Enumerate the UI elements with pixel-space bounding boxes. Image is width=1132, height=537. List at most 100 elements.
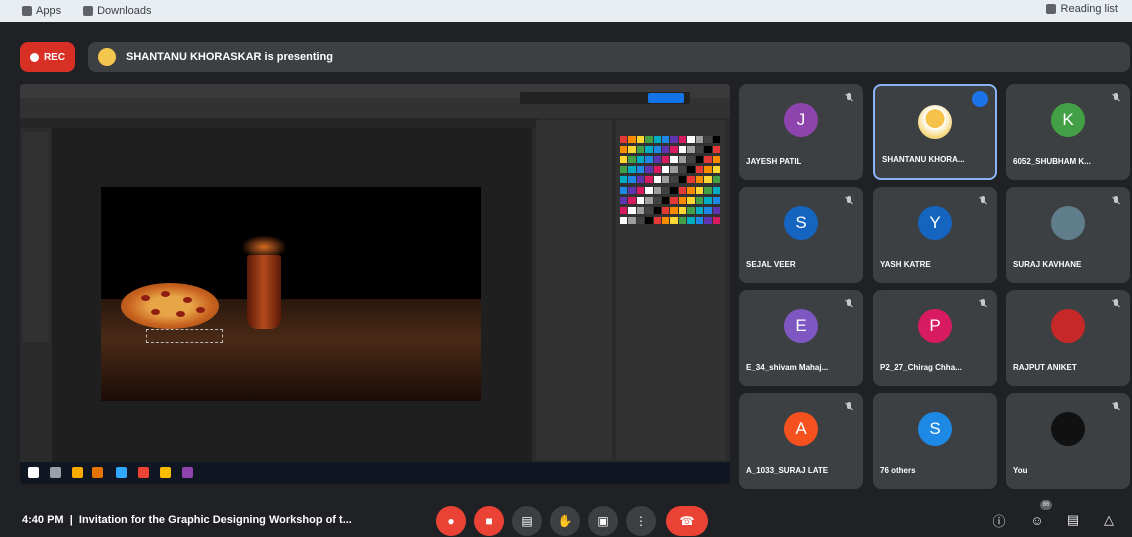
presenting-text: SHANTANU KHORASKAR is presenting — [126, 51, 333, 63]
photoshop-toolbar — [23, 132, 49, 342]
color-swatch — [704, 166, 712, 174]
captions-button[interactable]: ▤ — [512, 506, 542, 536]
chat-button[interactable]: ▤ — [1064, 511, 1082, 529]
color-swatch — [704, 196, 712, 204]
color-swatch — [662, 196, 670, 204]
participant-avatar: S — [918, 412, 952, 446]
present-button[interactable]: ▣ — [588, 506, 618, 536]
participant-tile[interactable]: You — [1006, 393, 1130, 489]
participant-avatar: P — [918, 309, 952, 343]
apps-bookmark[interactable]: Apps — [22, 5, 61, 17]
taskbar-folder-icon — [72, 467, 83, 478]
mic-muted-icon — [844, 402, 854, 412]
leave-call-button[interactable]: ☎ — [666, 506, 708, 536]
mic-muted-icon — [978, 196, 988, 206]
present-icon: ▣ — [597, 514, 609, 528]
participant-tile[interactable]: P P2_27_Chirag Chha... — [873, 290, 997, 386]
chat-icon: ▤ — [1066, 512, 1080, 527]
taskbar-app-icon — [92, 467, 103, 478]
participant-avatar: J — [784, 103, 818, 137]
mic-muted-icon — [1111, 93, 1121, 103]
recording-badge: REC — [20, 42, 75, 72]
mic-toggle-button[interactable]: ● — [436, 506, 466, 536]
color-swatch — [670, 216, 678, 224]
color-swatch — [628, 166, 636, 174]
color-swatch — [662, 156, 670, 164]
participant-tile[interactable]: SURAJ KAVHANE — [1006, 187, 1130, 283]
color-swatch — [704, 186, 712, 194]
color-swatch — [636, 216, 645, 224]
participant-avatar: E — [784, 309, 818, 343]
people-button[interactable]: ☺ — [1028, 511, 1046, 529]
color-swatch — [678, 196, 687, 204]
participant-tile[interactable]: RAJPUT ANIKET — [1006, 290, 1130, 386]
participant-name: SURAJ KAVHANE — [1013, 260, 1082, 269]
color-swatch — [662, 216, 670, 224]
color-swatch — [628, 136, 636, 143]
participant-name: YASH KATRE — [880, 260, 931, 269]
color-swatch — [645, 186, 653, 194]
color-swatch — [662, 186, 670, 194]
color-swatch — [712, 146, 720, 154]
raise-hand-button[interactable]: ✋ — [550, 506, 580, 536]
meeting-details-button[interactable]: ⓘ — [990, 511, 1008, 529]
color-swatch — [628, 216, 636, 224]
shared-screen — [20, 84, 730, 484]
participant-tile[interactable]: S 76 others — [873, 393, 997, 489]
color-swatch — [662, 176, 670, 184]
color-swatch — [695, 176, 704, 184]
color-swatch — [712, 216, 720, 224]
participant-name: P2_27_Chirag Chha... — [880, 363, 962, 372]
bookmarks-bar: Apps Downloads Reading list — [0, 0, 1132, 22]
participant-name: E_34_shivam Mahaj... — [746, 363, 829, 372]
mic-muted-icon — [844, 299, 854, 309]
color-swatch — [712, 136, 720, 143]
color-swatch — [645, 216, 653, 224]
participant-tile[interactable]: Y YASH KATRE — [873, 187, 997, 283]
design-canvas — [101, 187, 481, 401]
participant-avatar: K — [1051, 103, 1085, 137]
participant-name: 76 others — [880, 466, 916, 475]
color-swatch — [704, 176, 712, 184]
participant-tile[interactable]: J JAYESH PATIL — [739, 84, 863, 180]
color-swatch — [704, 136, 712, 143]
taskbar-app2-icon — [138, 467, 149, 478]
participant-tile[interactable]: S SEJAL VEER — [739, 187, 863, 283]
color-swatch — [712, 156, 720, 164]
color-swatch — [645, 156, 653, 164]
color-swatch — [678, 146, 687, 154]
color-swatch — [653, 196, 662, 204]
participant-tile[interactable]: A A_1033_SURAJ LATE — [739, 393, 863, 489]
more-options-button[interactable]: ⋮ — [626, 506, 656, 536]
activities-button[interactable]: △ — [1100, 511, 1118, 529]
color-swatch — [653, 136, 662, 143]
color-swatch — [687, 176, 695, 184]
color-swatch — [628, 176, 636, 184]
color-swatch — [704, 146, 712, 154]
camera-toggle-button[interactable]: ■ — [474, 506, 504, 536]
participant-avatar — [1051, 412, 1085, 446]
color-swatch — [670, 156, 678, 164]
color-swatch — [636, 156, 645, 164]
people-count-badge: 86 — [1040, 500, 1052, 510]
participant-tile[interactable]: E E_34_shivam Mahaj... — [739, 290, 863, 386]
participant-name: RAJPUT ANIKET — [1013, 363, 1077, 372]
participant-tile[interactable]: SHANTANU KHORA... — [873, 84, 997, 180]
color-swatch — [678, 166, 687, 174]
color-swatch — [712, 206, 720, 214]
color-swatch — [620, 166, 628, 174]
mic-muted-icon — [844, 93, 854, 103]
color-swatch — [620, 186, 628, 194]
participant-avatar — [1051, 309, 1085, 343]
color-swatch — [653, 216, 662, 224]
color-swatch — [687, 156, 695, 164]
reading-list-button[interactable]: Reading list — [1045, 3, 1118, 15]
participant-tile[interactable]: K 6052_SHUBHAM K... — [1006, 84, 1130, 180]
captions-icon: ▤ — [521, 514, 533, 528]
participant-name: A_1033_SURAJ LATE — [746, 466, 829, 475]
color-swatch — [670, 206, 678, 214]
downloads-bookmark[interactable]: Downloads — [83, 5, 152, 17]
color-swatch — [678, 136, 687, 143]
more-vert-icon: ⋮ — [635, 514, 647, 528]
mic-muted-icon — [1111, 299, 1121, 309]
